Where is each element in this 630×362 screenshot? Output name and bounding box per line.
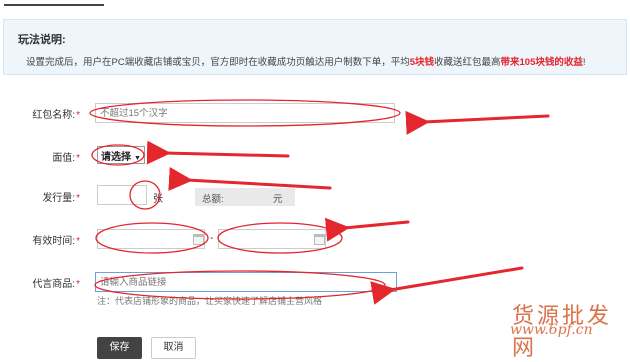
annotation-arrow xyxy=(405,110,550,135)
annotation-arrow xyxy=(370,266,524,305)
annotation-arrow xyxy=(146,140,290,165)
annotation-ellipse xyxy=(217,222,343,254)
annotation-ellipse xyxy=(129,180,161,210)
watermark-url: www.6pf.cn xyxy=(510,322,593,338)
annotation-ellipse xyxy=(94,270,386,300)
annotation-ellipse xyxy=(89,99,401,127)
annotation-arrow xyxy=(168,167,332,191)
annotation-ellipse xyxy=(95,222,209,254)
annotation-ellipse xyxy=(91,144,145,166)
annotation-arrow xyxy=(324,217,410,242)
